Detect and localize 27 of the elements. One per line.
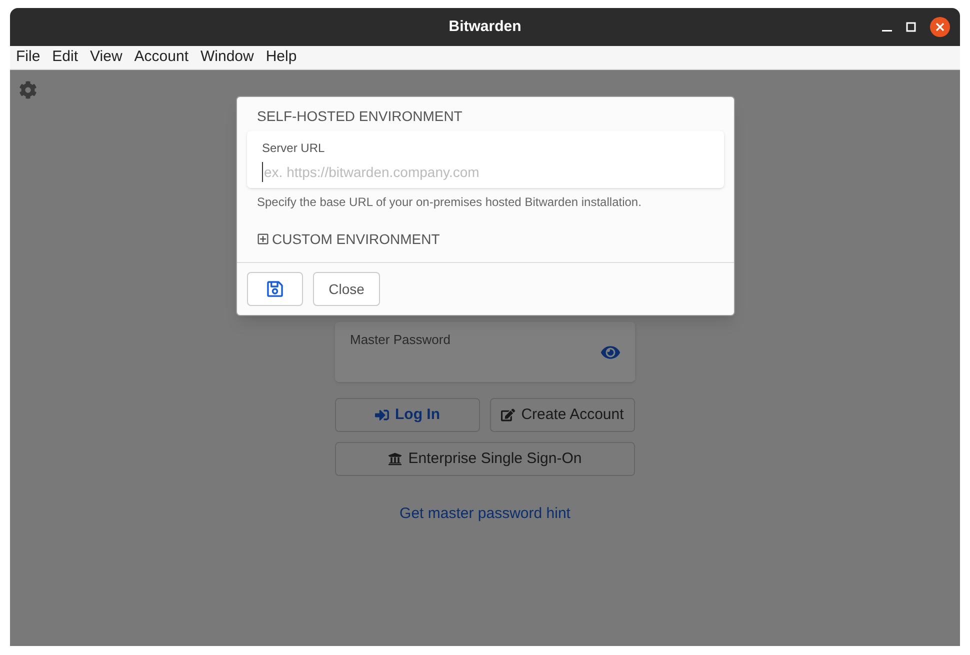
dialog-title: SELF-HOSTED ENVIRONMENT: [257, 108, 462, 124]
menu-item[interactable]: Window: [200, 46, 254, 69]
bank-icon: [388, 452, 402, 466]
menu-item[interactable]: Edit: [52, 46, 78, 69]
close-icon[interactable]: [930, 17, 950, 37]
maximize-icon[interactable]: [906, 22, 916, 32]
menu-item[interactable]: File: [16, 46, 40, 69]
window-title: Bitwarden: [448, 16, 522, 37]
server-url-input[interactable]: ex. https://bitwarden.company.com: [262, 162, 502, 182]
help-text: Specify the base URL of your on-premises hosted Bitwarden installation.: [257, 195, 642, 209]
edit-icon: [501, 408, 516, 422]
menu-item[interactable]: Account: [134, 46, 188, 69]
plus-icon: [257, 233, 269, 245]
password-field[interactable]: Master Password: [335, 322, 635, 382]
settings-icon[interactable]: [19, 81, 37, 99]
server-url-label: Server URL: [262, 141, 326, 156]
sign-in-icon: [375, 408, 389, 422]
password-label: Master Password: [350, 331, 450, 349]
eye-icon[interactable]: [601, 343, 620, 362]
menu-item[interactable]: View: [90, 46, 122, 69]
custom-environment-toggle[interactable]: CUSTOM ENVIRONMENT: [257, 230, 440, 248]
save-icon: [266, 280, 284, 298]
menu-item[interactable]: Help: [266, 46, 297, 69]
sso-button[interactable]: Enterprise Single Sign-On: [335, 442, 635, 476]
create-account-button[interactable]: Create Account: [490, 398, 635, 432]
close-button[interactable]: Close: [313, 272, 380, 306]
save-button[interactable]: [247, 272, 303, 306]
